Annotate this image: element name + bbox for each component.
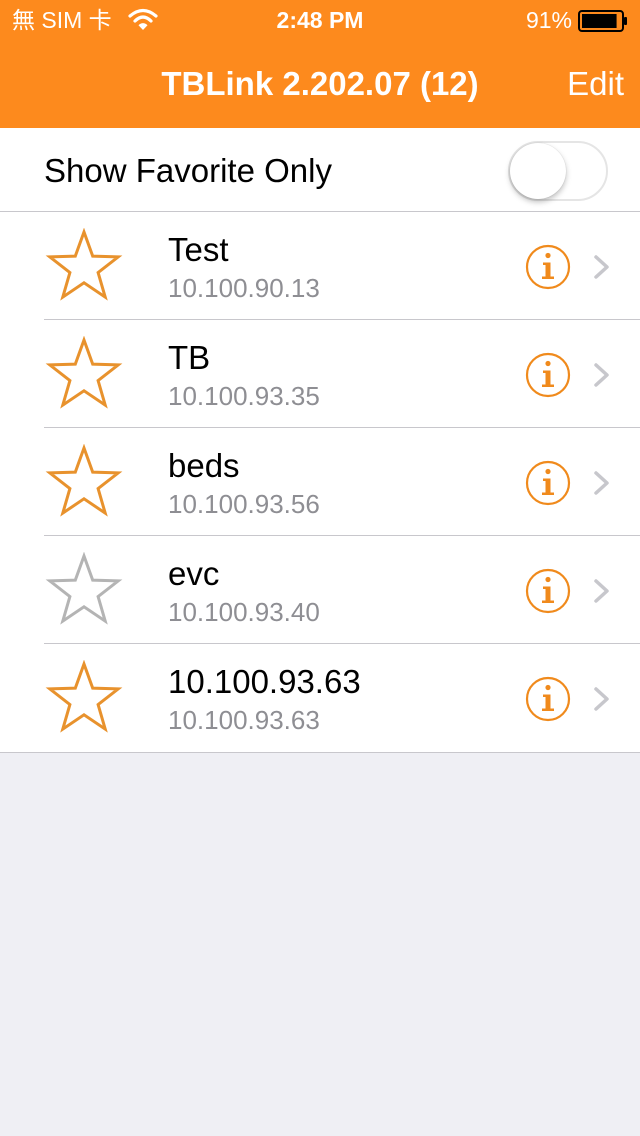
star-icon[interactable] — [44, 228, 124, 304]
nav-title: TBLink 2.202.07 (12) — [161, 65, 479, 102]
device-row[interactable]: Test 10.100.90.13 — [0, 212, 640, 320]
device-name: Test — [168, 231, 229, 268]
chevron-right-icon — [594, 363, 609, 387]
device-ip: 10.100.93.56 — [168, 489, 320, 519]
chevron-right-icon — [594, 687, 609, 711]
device-row[interactable]: TB 10.100.93.35 — [0, 320, 640, 428]
star-icon[interactable] — [44, 336, 124, 412]
chevron-right-icon — [594, 579, 609, 603]
favorite-filter-row: Show Favorite Only — [0, 128, 640, 212]
device-name: evc — [168, 555, 220, 592]
star-icon[interactable] — [44, 660, 124, 736]
device-ip: 10.100.90.13 — [168, 273, 320, 303]
device-name: 10.100.93.63 — [168, 663, 361, 700]
info-icon[interactable] — [525, 244, 571, 290]
device-row[interactable]: beds 10.100.93.56 — [0, 428, 640, 536]
device-row[interactable]: 10.100.93.63 10.100.93.63 — [0, 644, 640, 752]
device-row[interactable]: evc 10.100.93.40 — [0, 536, 640, 644]
status-bar: 無 SIM 卡 2:48 PM 91% — [0, 0, 640, 40]
info-icon[interactable] — [525, 676, 571, 722]
chevron-right-icon — [594, 471, 609, 495]
battery-icon — [578, 10, 627, 32]
star-icon[interactable] — [44, 444, 124, 520]
device-name: TB — [168, 339, 211, 376]
chevron-right-icon — [594, 255, 609, 279]
device-ip: 10.100.93.35 — [168, 381, 320, 411]
device-name: beds — [168, 447, 240, 484]
info-icon[interactable] — [525, 352, 571, 398]
device-ip: 10.100.93.63 — [168, 705, 320, 735]
device-ip: 10.100.93.40 — [168, 597, 320, 627]
star-icon[interactable] — [44, 552, 124, 628]
edit-button[interactable]: Edit — [567, 62, 624, 106]
favorite-filter-label: Show Favorite Only — [44, 152, 332, 189]
info-icon[interactable] — [525, 568, 571, 614]
battery-percent: 91% — [525, 7, 572, 33]
favorite-only-toggle[interactable] — [508, 141, 608, 201]
header: 無 SIM 卡 2:48 PM 91% TBLink 2.202.07 (12)… — [0, 0, 640, 128]
toggle-knob — [510, 143, 566, 199]
device-list: Test 10.100.90.13 TB 10.100.93.35 beds 10.100… — [0, 212, 640, 753]
info-icon[interactable] — [525, 460, 571, 506]
